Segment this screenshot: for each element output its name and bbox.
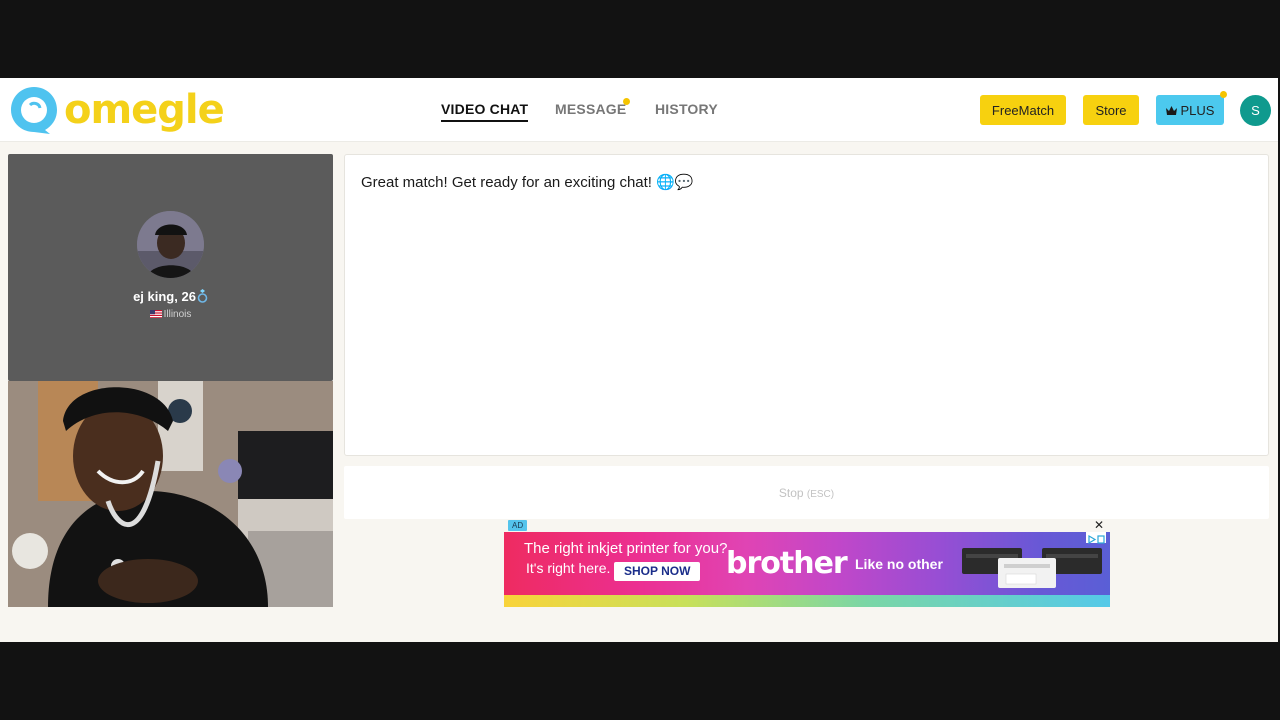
chat-log-panel: Great match! Get ready for an exciting c…: [344, 154, 1269, 456]
ad-shop-now-button[interactable]: SHOP NOW: [614, 562, 701, 581]
self-camera-feed: [8, 381, 333, 607]
remote-user-name: ej king, 26: [8, 289, 333, 304]
us-flag-icon: [149, 310, 162, 318]
user-avatar[interactable]: S: [1240, 95, 1271, 126]
freematch-button[interactable]: FreeMatch: [980, 95, 1066, 125]
self-camera-image: [8, 381, 333, 607]
ad-banner[interactable]: The right inkjet printer for you? It's r…: [504, 532, 1110, 607]
plus-label: PLUS: [1180, 102, 1215, 118]
tab-message[interactable]: MESSAGE: [555, 101, 626, 117]
ring-icon: [197, 289, 208, 303]
stop-button[interactable]: Stop (ESC): [344, 466, 1269, 519]
chat-system-message: Great match! Get ready for an exciting c…: [361, 174, 694, 191]
ad-close-button[interactable]: ✕: [1094, 519, 1104, 531]
plus-notification-dot: [1220, 91, 1227, 98]
adchoices-icon[interactable]: [1086, 532, 1106, 545]
tab-history[interactable]: HISTORY: [655, 101, 718, 117]
logo-wordmark: omegle: [64, 87, 225, 133]
top-header: omegle VIDEO CHAT MESSAGE HISTORY FreeMa…: [0, 78, 1278, 142]
ad-label: AD: [508, 520, 528, 531]
remote-user-avatar: [137, 211, 204, 278]
remote-user-location: Illinois: [8, 309, 333, 320]
tab-video-chat[interactable]: VIDEO CHAT: [441, 101, 529, 122]
crown-icon: [1165, 105, 1177, 115]
ad-stripe: [504, 595, 1110, 607]
store-button[interactable]: Store: [1083, 95, 1139, 125]
ad-brand: brother: [726, 546, 848, 581]
remote-video-panel: ej king, 26 Illinois: [8, 154, 333, 381]
stop-label: Stop (ESC): [778, 486, 835, 500]
ad-subline: It's right here.: [526, 560, 611, 576]
ad-tagline: Like no other: [855, 556, 943, 572]
plus-button[interactable]: PLUS: [1156, 95, 1224, 125]
message-notification-dot: [623, 98, 630, 105]
ad-container: AD ✕ The right inkjet printer for you? I…: [504, 519, 1110, 608]
omegle-logo[interactable]: omegle: [8, 85, 225, 135]
omegle-logo-icon: [11, 87, 57, 134]
app-window: omegle VIDEO CHAT MESSAGE HISTORY FreeMa…: [0, 78, 1278, 642]
remote-user-photo: [137, 211, 204, 278]
ad-headline: The right inkjet printer for you?: [524, 540, 728, 557]
